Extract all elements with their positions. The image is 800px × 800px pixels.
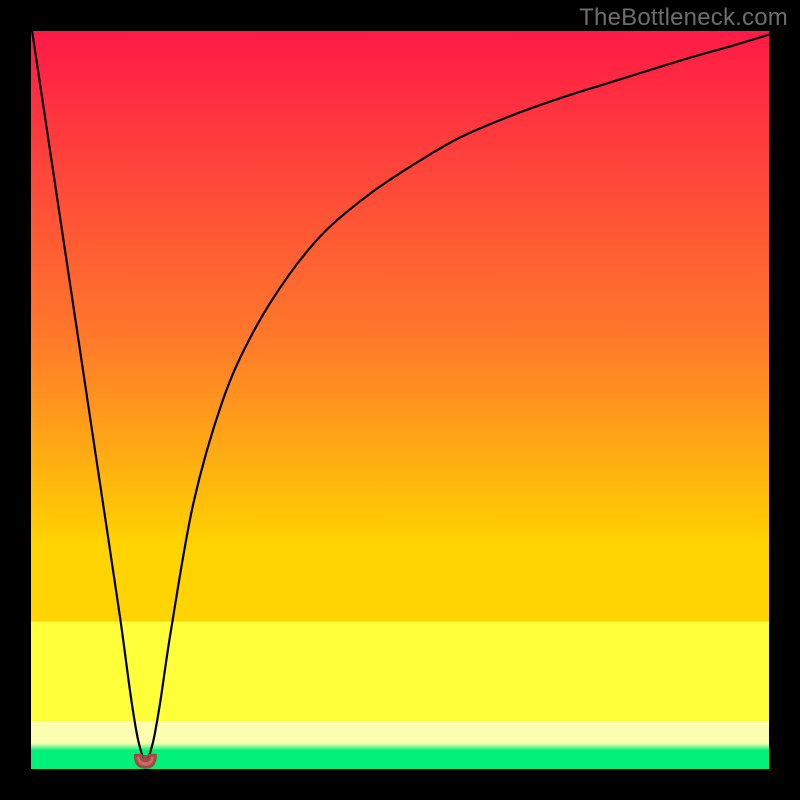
chart-svg <box>31 31 769 769</box>
outer-frame: TheBottleneck.com <box>0 0 800 800</box>
bottleneck-curve <box>31 31 769 760</box>
minimum-marker <box>135 755 155 767</box>
watermark-text: TheBottleneck.com <box>579 4 788 32</box>
plot-area <box>31 31 769 769</box>
